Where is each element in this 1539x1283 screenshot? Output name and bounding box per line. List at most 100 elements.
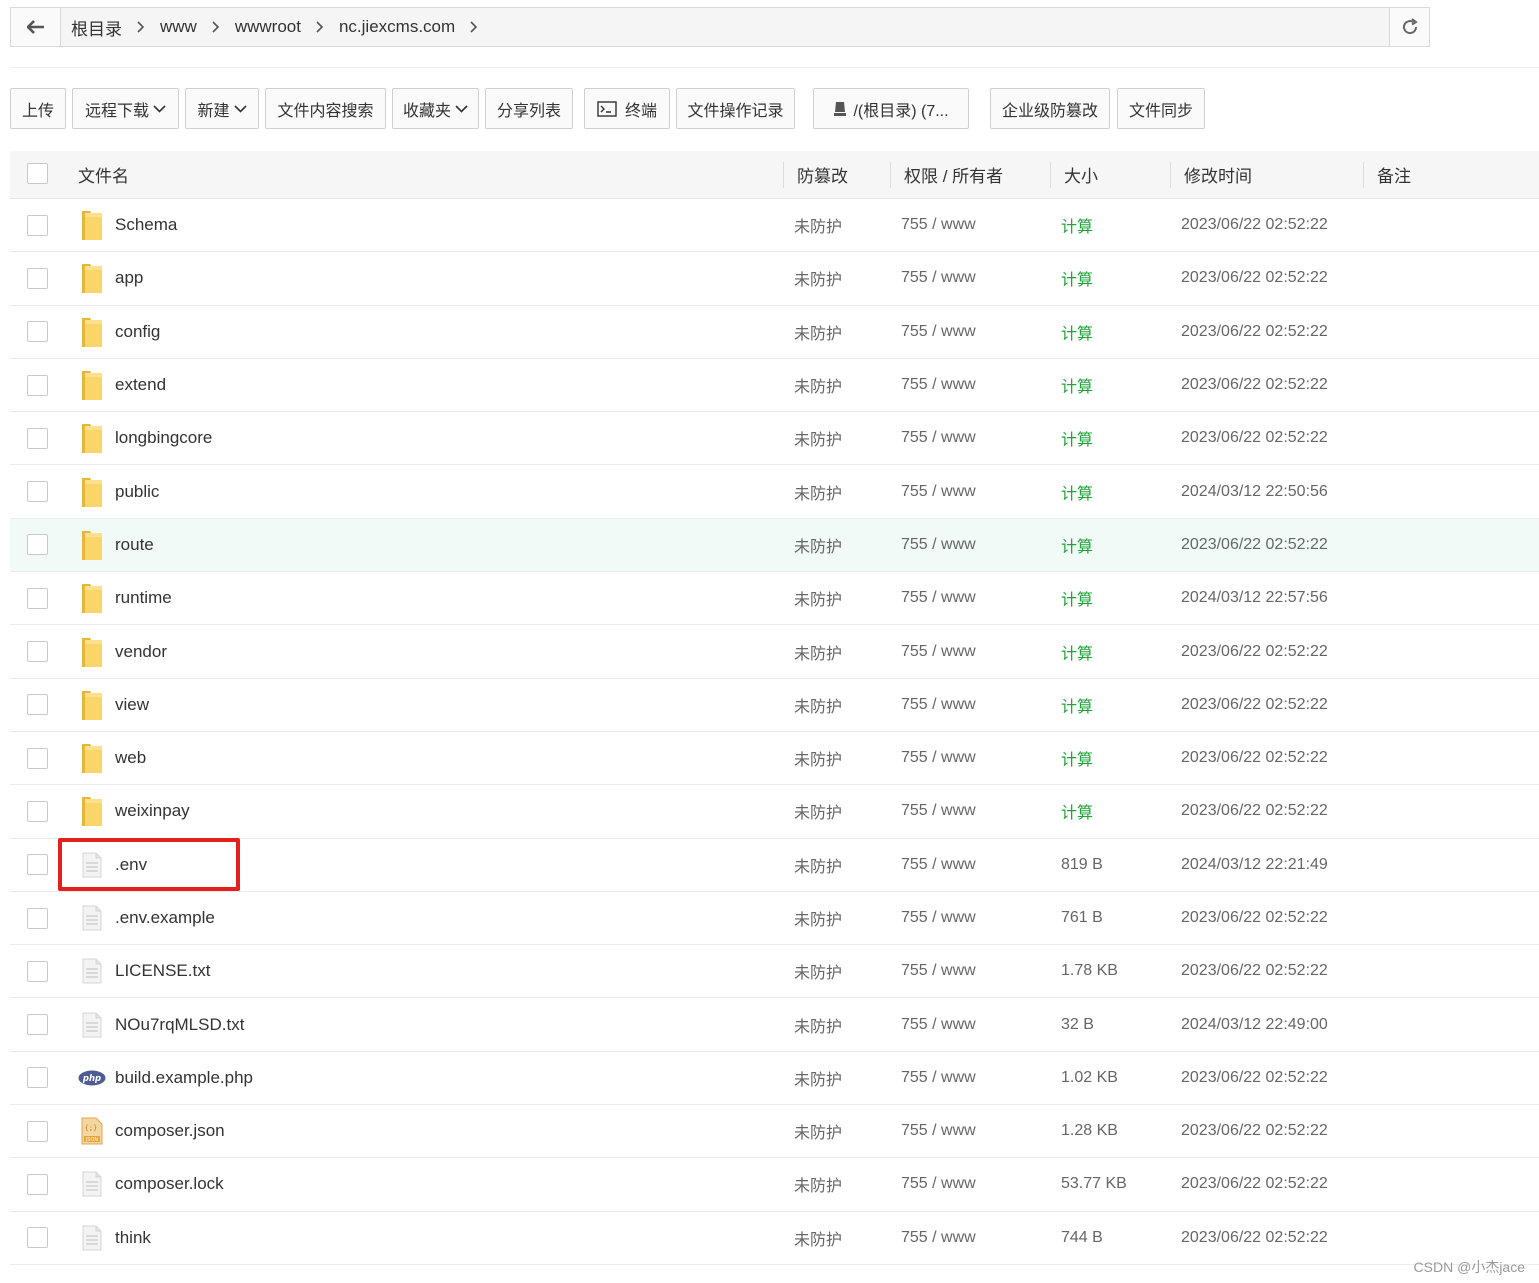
file-size[interactable]: 计算 <box>1061 213 1093 237</box>
file-name[interactable]: view <box>115 695 149 715</box>
file-name[interactable]: config <box>115 322 160 342</box>
permission-owner[interactable]: 755 / www <box>901 1069 976 1087</box>
file-name-cell[interactable]: composer.lock <box>78 1168 224 1200</box>
file-name[interactable]: .env <box>115 855 147 875</box>
row-checkbox[interactable] <box>27 534 48 556</box>
file-name-cell[interactable]: .env <box>78 849 147 881</box>
file-name[interactable]: build.example.php <box>115 1068 253 1088</box>
row-checkbox[interactable] <box>27 960 48 982</box>
header-size[interactable]: 大小 <box>1064 162 1098 187</box>
table-row[interactable]: route 未防护 755 / www 计算 2023/06/22 02:52:22 <box>10 518 1539 573</box>
file-name-cell[interactable]: think <box>78 1222 151 1254</box>
row-checkbox[interactable] <box>27 427 48 449</box>
row-checkbox[interactable] <box>27 747 48 769</box>
guard-status[interactable]: 未防护 <box>794 1119 842 1143</box>
row-checkbox[interactable] <box>27 214 48 236</box>
file-name[interactable]: runtime <box>115 588 172 608</box>
permission-owner[interactable]: 755 / www <box>901 269 976 287</box>
row-checkbox[interactable] <box>27 641 48 663</box>
permission-owner[interactable]: 755 / www <box>901 483 976 501</box>
file-name-cell[interactable]: public <box>78 476 159 508</box>
table-row[interactable]: longbingcore 未防护 755 / www 计算 2023/06/22 02:… <box>10 412 1539 466</box>
guard-status[interactable]: 未防护 <box>794 213 842 237</box>
file-size[interactable]: 计算 <box>1061 586 1093 610</box>
terminal-button[interactable]: 终端 <box>584 88 670 129</box>
table-row[interactable]: NOu7rqMLSD.txt 未防护 755 / www 32 B 2024/03/12… <box>10 998 1539 1052</box>
row-checkbox[interactable] <box>27 1227 48 1249</box>
file-size[interactable]: 计算 <box>1061 373 1093 397</box>
table-row[interactable]: view 未防护 755 / www 计算 2023/06/22 02:52:22 <box>10 679 1539 732</box>
file-name-cell[interactable]: Schema <box>78 209 177 241</box>
file-name[interactable]: vendor <box>115 642 167 662</box>
file-name[interactable]: app <box>115 268 143 288</box>
row-checkbox[interactable] <box>27 1120 48 1142</box>
table-row[interactable]: vendor 未防护 755 / www 计算 2023/06/22 02:52:22 <box>10 625 1539 679</box>
file-name-cell[interactable]: view <box>78 689 149 721</box>
tamper-protect-button[interactable]: 企业级防篡改 <box>990 88 1110 129</box>
row-checkbox[interactable] <box>27 800 48 822</box>
content-search-button[interactable]: 文件内容搜索 <box>265 88 386 129</box>
file-name[interactable]: composer.lock <box>115 1174 224 1194</box>
guard-status[interactable]: 未防护 <box>794 373 842 397</box>
guard-status[interactable]: 未防护 <box>794 1226 842 1250</box>
file-name[interactable]: think <box>115 1228 151 1248</box>
permission-owner[interactable]: 755 / www <box>901 429 976 447</box>
permission-owner[interactable]: 755 / www <box>901 1229 976 1247</box>
table-row[interactable]: php build.example.php 未防护 755 / www 1.02 KB 2… <box>10 1052 1539 1106</box>
file-name-cell[interactable]: web <box>78 742 146 774</box>
permission-owner[interactable]: 755 / www <box>901 536 976 554</box>
table-row[interactable]: think 未防护 755 / www 744 B 2023/06/22 02:52:2… <box>10 1212 1539 1265</box>
permission-owner[interactable]: 755 / www <box>901 749 976 767</box>
row-checkbox[interactable] <box>27 321 48 343</box>
row-checkbox[interactable] <box>27 267 48 289</box>
file-name-cell[interactable]: LICENSE.txt <box>78 955 210 987</box>
file-size[interactable]: 计算 <box>1061 266 1093 290</box>
row-checkbox[interactable] <box>27 481 48 503</box>
table-row[interactable]: LICENSE.txt 未防护 755 / www 1.78 KB 2023/06/22… <box>10 945 1539 999</box>
file-name[interactable]: weixinpay <box>115 801 190 821</box>
refresh-button[interactable] <box>1389 8 1429 46</box>
guard-status[interactable]: 未防护 <box>794 586 842 610</box>
file-size[interactable]: 计算 <box>1061 320 1093 344</box>
file-name-cell[interactable]: {;} JSON composer.json <box>78 1115 225 1147</box>
upload-button[interactable]: 上传 <box>10 88 66 129</box>
table-row[interactable]: app 未防护 755 / www 计算 2023/06/22 02:52:22 <box>10 252 1539 306</box>
file-name-cell[interactable]: app <box>78 262 143 294</box>
permission-owner[interactable]: 755 / www <box>901 323 976 341</box>
table-row[interactable]: web 未防护 755 / www 计算 2023/06/22 02:52:22 <box>10 732 1539 786</box>
file-name-cell[interactable]: config <box>78 316 160 348</box>
permission-owner[interactable]: 755 / www <box>901 589 976 607</box>
guard-status[interactable]: 未防护 <box>794 426 842 450</box>
guard-status[interactable]: 未防护 <box>794 746 842 770</box>
permission-owner[interactable]: 755 / www <box>901 856 976 874</box>
table-row[interactable]: {;} JSON composer.json 未防护 755 / www 1.28 KB 2… <box>10 1105 1539 1159</box>
file-size[interactable]: 计算 <box>1061 533 1093 557</box>
breadcrumb-item[interactable]: wwwroot <box>233 17 303 37</box>
file-name-cell[interactable]: weixinpay <box>78 795 190 827</box>
guard-status[interactable]: 未防护 <box>794 906 842 930</box>
guard-status[interactable]: 未防护 <box>794 1013 842 1037</box>
row-checkbox[interactable] <box>27 1067 48 1089</box>
table-row[interactable]: composer.lock 未防护 755 / www 53.77 KB 2023/06… <box>10 1158 1539 1212</box>
table-row[interactable]: config 未防护 755 / www 计算 2023/06/22 02:52:22 <box>10 306 1539 359</box>
row-checkbox[interactable] <box>27 854 48 876</box>
file-sync-button[interactable]: 文件同步 <box>1117 88 1205 129</box>
table-row[interactable]: Schema 未防护 755 / www 计算 2023/06/22 02:52:22 <box>10 199 1539 253</box>
table-row[interactable]: .env 未防护 755 / www 819 B 2024/03/12 22:21:49 <box>10 839 1539 892</box>
file-name-cell[interactable]: .env.example <box>78 902 215 934</box>
file-size[interactable]: 计算 <box>1061 480 1093 504</box>
file-size[interactable]: 计算 <box>1061 640 1093 664</box>
file-name-cell[interactable]: php build.example.php <box>78 1062 253 1094</box>
header-name[interactable]: 文件名 <box>78 162 129 187</box>
permission-owner[interactable]: 755 / www <box>901 216 976 234</box>
file-name-cell[interactable]: vendor <box>78 636 167 668</box>
permission-owner[interactable]: 755 / www <box>901 376 976 394</box>
guard-status[interactable]: 未防护 <box>794 853 842 877</box>
share-list-button[interactable]: 分享列表 <box>485 88 573 129</box>
file-name[interactable]: extend <box>115 375 166 395</box>
row-checkbox[interactable] <box>27 694 48 716</box>
file-name[interactable]: route <box>115 535 154 555</box>
file-size[interactable]: 计算 <box>1061 426 1093 450</box>
file-size[interactable]: 计算 <box>1061 746 1093 770</box>
file-name-cell[interactable]: NOu7rqMLSD.txt <box>78 1009 244 1041</box>
